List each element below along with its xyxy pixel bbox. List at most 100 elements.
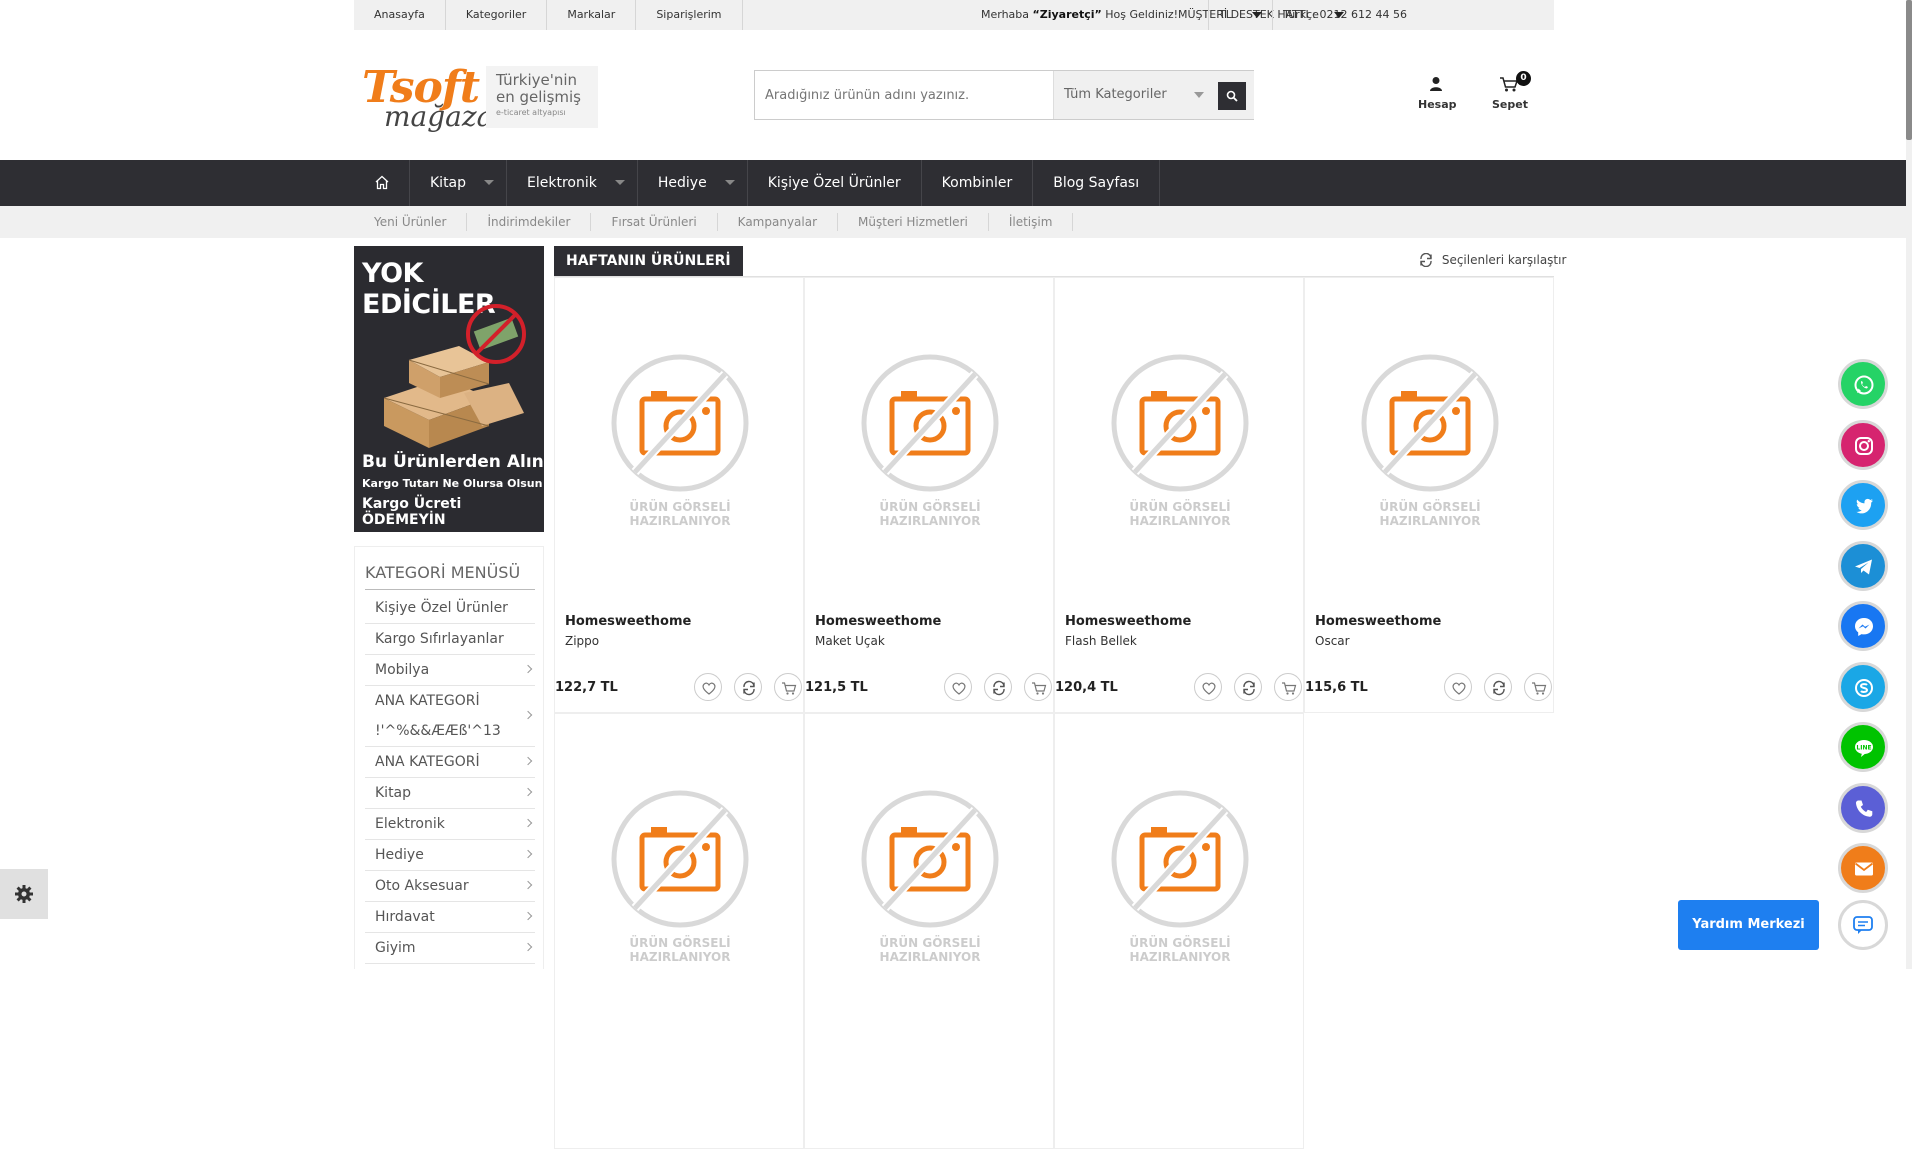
currency-select[interactable]: TL xyxy=(1208,0,1272,30)
category-item[interactable]: Elektronik xyxy=(365,809,535,840)
category-label: Elektronik xyxy=(375,816,445,832)
phone-icon xyxy=(1855,800,1873,817)
cart-icon xyxy=(1532,682,1547,695)
product-brand[interactable]: Homesweethome xyxy=(1065,614,1191,629)
twitter-button[interactable] xyxy=(1838,480,1888,530)
category-item[interactable]: ANA KATEGORİ xyxy=(365,747,535,778)
subnav-item-new[interactable]: Yeni Ürünler xyxy=(354,213,468,231)
telegram-button[interactable] xyxy=(1838,540,1888,591)
nav-item-label: Kitap xyxy=(430,175,467,191)
instagram-button[interactable] xyxy=(1838,419,1888,470)
product-brand[interactable]: Homesweethome xyxy=(1315,614,1441,629)
product-brand[interactable]: Homesweethome xyxy=(815,614,941,629)
category-item[interactable]: Oto Aksesuar xyxy=(365,871,535,902)
subnav-item-discounts[interactable]: İndirimdekiler xyxy=(467,213,592,231)
chevron-right-icon xyxy=(523,942,533,952)
category-item[interactable]: Mobilya xyxy=(365,655,535,686)
subnav-item-deals[interactable]: Fırsat Ürünleri xyxy=(591,213,718,231)
placeholder-line-2: HAZIRLANIYOR xyxy=(629,950,731,964)
heart-icon xyxy=(1452,682,1466,695)
product-card[interactable]: ÜRÜN GÖRSELİ HAZIRLANIYOR Homesweethome … xyxy=(804,277,1054,713)
category-item[interactable]: ANA KATEGORİ !'^%&&ÆÆß'^13 xyxy=(365,686,535,747)
nav-item-label: Elektronik xyxy=(527,175,597,191)
product-card[interactable]: ÜRÜN GÖRSELİ HAZIRLANIYOR Homesweethome … xyxy=(1304,277,1554,713)
product-card[interactable]: ÜRÜN GÖRSELİ HAZIRLANIYOR Homesweethome … xyxy=(554,277,804,713)
product-name[interactable]: Flash Bellek xyxy=(1065,634,1137,648)
favorite-button[interactable] xyxy=(944,673,972,701)
top-link-brands[interactable]: Markalar xyxy=(547,0,637,30)
add-to-cart-button[interactable] xyxy=(774,673,802,701)
skype-button[interactable] xyxy=(1838,661,1888,712)
nav-item-elektronik[interactable]: Elektronik xyxy=(507,160,638,206)
category-item[interactable]: Hediye xyxy=(365,840,535,871)
chat-button[interactable] xyxy=(1838,900,1888,950)
language-select[interactable]: Türkçe xyxy=(1272,0,1354,30)
mail-button[interactable] xyxy=(1838,843,1888,893)
category-label: Hırdavat xyxy=(375,909,435,925)
category-item[interactable]: Hırdavat xyxy=(365,902,535,933)
compare-selected-button[interactable]: Seçilenleri karşılaştır xyxy=(1418,252,1566,268)
image-placeholder-icon xyxy=(1111,354,1249,492)
favorite-button[interactable] xyxy=(1444,673,1472,701)
help-center-button[interactable]: Yardım Merkezi xyxy=(1678,900,1819,950)
subnav-item-campaigns[interactable]: Kampanyalar xyxy=(718,213,839,231)
favorite-button[interactable] xyxy=(694,673,722,701)
scrollbar[interactable] xyxy=(1906,0,1912,969)
category-item[interactable]: Giyim xyxy=(365,933,535,964)
search-category-value: Tüm Kategoriler xyxy=(1064,87,1167,102)
cart-button[interactable]: 0 Sepet xyxy=(1492,71,1531,111)
category-label: Oto Aksesuar xyxy=(375,878,469,894)
product-name[interactable]: Zippo xyxy=(565,634,599,648)
add-to-cart-button[interactable] xyxy=(1274,673,1302,701)
top-link-home[interactable]: Anasayfa xyxy=(354,0,446,30)
nav-item-kisiye-ozel[interactable]: Kişiye Özel Ürünler xyxy=(748,160,922,206)
search-button[interactable] xyxy=(1218,82,1246,110)
top-link-categories[interactable]: Kategoriler xyxy=(446,0,548,30)
account-button[interactable]: Hesap xyxy=(1418,76,1457,111)
product-card[interactable]: ÜRÜN GÖRSELİ HAZIRLANIYOR xyxy=(804,713,1054,1149)
product-name[interactable]: Oscar xyxy=(1315,634,1350,648)
phone-button[interactable] xyxy=(1838,782,1888,833)
logo-script: mağaza xyxy=(384,100,494,133)
messenger-button[interactable] xyxy=(1838,601,1888,651)
line-button[interactable]: LINE xyxy=(1838,722,1888,772)
product-card[interactable]: ÜRÜN GÖRSELİ HAZIRLANIYOR xyxy=(554,713,804,1149)
tagline-line-1: Türkiye'nin xyxy=(496,71,578,89)
top-link-orders[interactable]: Siparişlerim xyxy=(636,0,743,30)
product-card[interactable]: ÜRÜN GÖRSELİ HAZIRLANIYOR xyxy=(1054,713,1304,1149)
promo-banner[interactable]: YOK EDİCİLER Bu Ürünlerden Alın Kargo Tu… xyxy=(354,246,544,532)
category-item[interactable]: Kişiye Özel Ürünler xyxy=(365,593,535,624)
add-to-cart-button[interactable] xyxy=(1524,673,1552,701)
sub-navigation: Yeni Ürünler İndirimdekiler Fırsat Ürünl… xyxy=(0,206,1906,238)
search-input[interactable] xyxy=(765,71,1055,119)
add-to-cart-button[interactable] xyxy=(1024,673,1052,701)
scrollbar-thumb[interactable] xyxy=(1906,0,1912,140)
whatsapp-button[interactable] xyxy=(1838,359,1888,409)
nav-home[interactable] xyxy=(354,160,410,206)
category-item[interactable]: Kitap xyxy=(365,778,535,809)
nav-item-kitap[interactable]: Kitap xyxy=(410,160,508,206)
nav-item-kombinler[interactable]: Kombinler xyxy=(922,160,1034,206)
compare-button[interactable] xyxy=(1234,673,1262,701)
product-card[interactable]: ÜRÜN GÖRSELİ HAZIRLANIYOR Homesweethome … xyxy=(1054,277,1304,713)
svg-text:LINE: LINE xyxy=(1856,745,1871,752)
product-name[interactable]: Maket Uçak xyxy=(815,634,885,648)
site-logo[interactable]: Tsoft mağaza Türkiye'nin en gelişmiş e-t… xyxy=(362,62,602,138)
image-placeholder-text: ÜRÜN GÖRSELİ HAZIRLANIYOR xyxy=(611,500,749,528)
favorite-button[interactable] xyxy=(1194,673,1222,701)
settings-button[interactable] xyxy=(0,869,48,919)
nav-item-hediye[interactable]: Hediye xyxy=(638,160,748,206)
category-menu: KATEGORİ MENÜSÜ Kişiye Özel Ürünler Karg… xyxy=(354,546,544,969)
whatsapp-icon xyxy=(1854,375,1874,395)
chevron-down-icon xyxy=(484,180,495,185)
subnav-item-customer-service[interactable]: Müşteri Hizmetleri xyxy=(838,213,989,231)
category-item[interactable]: Kargo Sıfırlayanlar xyxy=(365,624,535,655)
nav-item-blog[interactable]: Blog Sayfası xyxy=(1033,160,1161,206)
search-category-select[interactable]: Tüm Kategoriler xyxy=(1053,71,1254,119)
compare-button[interactable] xyxy=(734,673,762,701)
gear-icon xyxy=(15,885,33,903)
compare-button[interactable] xyxy=(984,673,1012,701)
compare-button[interactable] xyxy=(1484,673,1512,701)
product-brand[interactable]: Homesweethome xyxy=(565,614,691,629)
subnav-item-contact[interactable]: İletişim xyxy=(989,213,1074,231)
